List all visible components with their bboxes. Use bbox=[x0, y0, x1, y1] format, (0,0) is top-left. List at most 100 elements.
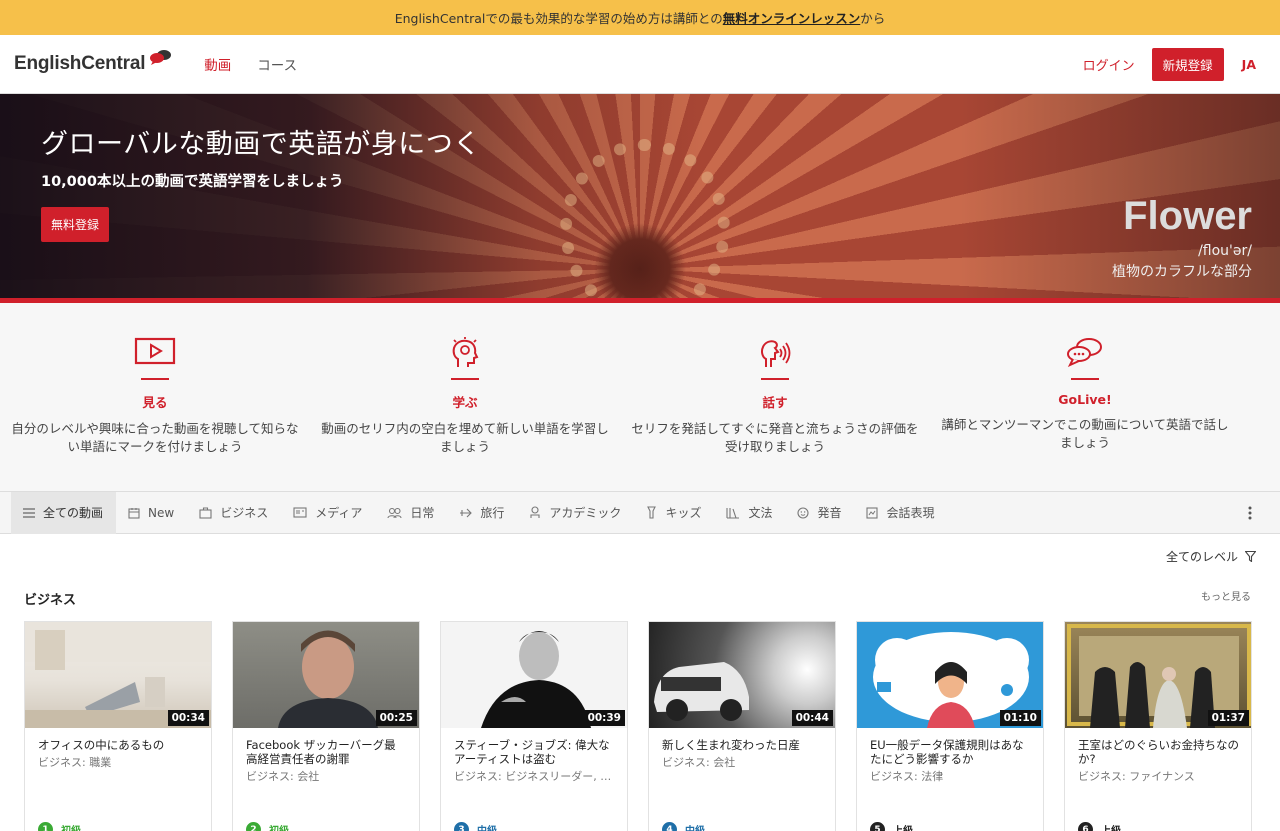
video-thumbnail[interactable]: 00:39 bbox=[441, 622, 627, 728]
word-card: Flower /flou'ər/ 植物のカラフルな部分 bbox=[1112, 194, 1252, 281]
video-category: ビジネス: ファイナンス bbox=[1078, 770, 1195, 783]
video-card[interactable]: 00:44 新しく生まれ変わった日産 ビジネス: 会社 4 中級 bbox=[648, 621, 836, 831]
logo-text: EnglishCentral bbox=[14, 53, 146, 74]
video-card[interactable]: 01:37 王室はどのぐらいお金持ちなのか? ビジネス: ファイナンス 6 上級 bbox=[1064, 621, 1252, 831]
video-duration: 01:10 bbox=[999, 710, 1041, 726]
books-icon bbox=[726, 507, 740, 519]
tab-grammar[interactable]: 文法 bbox=[714, 492, 785, 534]
feature-title: 話す bbox=[762, 395, 788, 410]
tab-label: New bbox=[148, 505, 175, 520]
video-duration: 00:44 bbox=[791, 710, 833, 726]
level-badge: 1 初級 bbox=[38, 822, 81, 831]
video-card[interactable]: 01:10 EU一般データ保護規則はあなたにどう影響するか ビジネス: 法律 5… bbox=[856, 621, 1044, 831]
more-options-icon[interactable] bbox=[1248, 506, 1252, 520]
level-label: 中級 bbox=[477, 822, 497, 831]
plane-icon bbox=[460, 508, 473, 517]
feature-desc: セリフを発話してすぐに発音と流ちょうさの評価を受け取りましょう bbox=[631, 421, 919, 454]
level-label: 上級 bbox=[1101, 822, 1121, 831]
tab-new[interactable]: New bbox=[116, 492, 187, 534]
speaking-head-icon bbox=[620, 337, 930, 369]
video-title[interactable]: EU一般データ保護規則はあなたにどう影響するか bbox=[857, 728, 1043, 766]
conversation-icon bbox=[866, 506, 879, 519]
logo[interactable]: EnglishCentral bbox=[14, 50, 172, 75]
video-category: ビジネス: 法律 bbox=[870, 770, 944, 783]
video-card[interactable]: 00:25 Facebook ザッカーバーグ最高経営責任者の謝罪 ビジネス: 会… bbox=[232, 621, 420, 831]
video-title[interactable]: 新しく生まれ変わった日産 bbox=[649, 728, 835, 752]
tab-kids[interactable]: キッズ bbox=[634, 492, 714, 534]
level-badge: 5 上級 bbox=[870, 822, 913, 831]
video-duration: 00:25 bbox=[375, 710, 417, 726]
signup-button[interactable]: 新規登録 bbox=[1151, 48, 1224, 81]
tab-pronunciation[interactable]: 発音 bbox=[785, 492, 854, 534]
tab-label: 日常 bbox=[410, 506, 435, 520]
chat-bubbles-icon bbox=[930, 337, 1240, 369]
flower-image bbox=[560, 139, 730, 303]
video-thumbnail[interactable]: 00:44 bbox=[649, 622, 835, 728]
level-label: 中級 bbox=[685, 822, 705, 831]
video-category: ビジネス: 会社 bbox=[662, 756, 736, 769]
feature-divider bbox=[141, 378, 169, 380]
video-title[interactable]: オフィスの中にあるもの bbox=[25, 728, 211, 752]
video-title[interactable]: スティーブ・ジョブズ: 偉大なアーティストは盗む bbox=[441, 728, 627, 766]
main-nav: 動画 コース bbox=[204, 54, 297, 74]
video-thumbnail[interactable]: 00:34 bbox=[25, 622, 211, 728]
nav-courses[interactable]: コース bbox=[257, 54, 297, 74]
free-lesson-link[interactable]: 無料オンラインレッスン bbox=[723, 8, 861, 27]
filter-icon bbox=[1245, 551, 1256, 562]
tab-conversation[interactable]: 会話表現 bbox=[854, 492, 947, 534]
tab-media[interactable]: メディア bbox=[281, 492, 375, 534]
nav-videos[interactable]: 動画 bbox=[204, 54, 231, 74]
level-filter[interactable]: 全てのレベル bbox=[1166, 548, 1256, 565]
video-card[interactable]: 00:34 オフィスの中にあるもの ビジネス: 職業 1 初級 bbox=[24, 621, 212, 831]
tab-daily[interactable]: 日常 bbox=[375, 492, 447, 534]
tab-academic[interactable]: アカデミック bbox=[517, 492, 634, 534]
tab-business[interactable]: ビジネス bbox=[187, 492, 281, 534]
video-category: ビジネス: 会社 bbox=[246, 770, 320, 783]
video-title[interactable]: Facebook ザッカーバーグ最高経営責任者の謝罪 bbox=[233, 728, 419, 766]
hero-banner: グローバルな動画で英語が身につく 10,000本以上の動画で英語学習をしましょう… bbox=[0, 94, 1280, 303]
video-title[interactable]: 王室はどのぐらいお金持ちなのか? bbox=[1065, 728, 1251, 766]
promo-text-end: から bbox=[860, 11, 886, 26]
level-label: 初級 bbox=[61, 822, 81, 831]
category-tabs: 全ての動画 New ビジネス メディア 日常 旅行 アカデミック キッズ 文法 … bbox=[0, 491, 1280, 534]
tab-label: 会話表現 bbox=[886, 506, 935, 520]
video-list: 00:34 オフィスの中にあるもの ビジネス: 職業 1 初級 00:25 Fac… bbox=[24, 621, 1252, 831]
video-duration: 00:34 bbox=[167, 710, 209, 726]
people-icon bbox=[387, 507, 402, 518]
header-actions: ログイン 新規登録 JA bbox=[1083, 35, 1256, 94]
word: Flower bbox=[1123, 194, 1252, 238]
video-thumbnail[interactable]: 01:37 bbox=[1065, 622, 1251, 728]
video-card[interactable]: 00:39 スティーブ・ジョブズ: 偉大なアーティストは盗む ビジネス: ビジネ… bbox=[440, 621, 628, 831]
feature-divider bbox=[761, 378, 789, 380]
video-duration: 01:37 bbox=[1207, 710, 1249, 726]
level-number: 3 bbox=[454, 822, 469, 831]
media-icon bbox=[293, 507, 307, 518]
video-thumbnail[interactable]: 00:25 bbox=[233, 622, 419, 728]
hero-text: グローバルな動画で英語が身につく 10,000本以上の動画で英語学習をしましょう… bbox=[41, 122, 481, 242]
language-selector[interactable]: JA bbox=[1242, 57, 1256, 72]
level-number: 6 bbox=[1078, 822, 1093, 831]
hero-subtitle: 10,000本以上の動画で英語学習をしましょう bbox=[41, 174, 344, 190]
login-link[interactable]: ログイン bbox=[1083, 55, 1135, 74]
tab-label: アカデミック bbox=[549, 506, 622, 520]
see-more-link[interactable]: もっと見る bbox=[1201, 588, 1251, 603]
level-badge: 6 上級 bbox=[1078, 822, 1121, 831]
video-category: ビジネス: ビジネスリーダー, イ... bbox=[454, 770, 622, 783]
tab-label: ビジネス bbox=[220, 506, 269, 520]
logo-bubble-icon bbox=[148, 49, 172, 71]
lightbulb-head-icon bbox=[310, 337, 620, 369]
feature-desc: 講師とマンツーマンでこの動画について英語で話しましょう bbox=[941, 417, 1229, 450]
video-category: ビジネス: 職業 bbox=[38, 756, 112, 769]
video-thumbnail[interactable]: 01:10 bbox=[857, 622, 1043, 728]
feature-watch: 見る 自分のレベルや興味に合った動画を視聴して知らない単語にマークを付けましょう bbox=[0, 303, 310, 491]
promo-text: EnglishCentralでの最も効果的な学習の始め方は講師との bbox=[394, 11, 723, 26]
tab-label: 発音 bbox=[817, 506, 842, 520]
tab-all-videos[interactable]: 全ての動画 bbox=[11, 491, 117, 534]
free-signup-button[interactable]: 無料登録 bbox=[41, 207, 110, 242]
feature-title: GoLive! bbox=[1058, 392, 1112, 407]
level-label: 上級 bbox=[893, 822, 913, 831]
video-duration: 00:39 bbox=[583, 710, 625, 726]
level-number: 5 bbox=[870, 822, 885, 831]
tab-travel[interactable]: 旅行 bbox=[447, 492, 517, 534]
tab-label: 全ての動画 bbox=[43, 506, 104, 520]
